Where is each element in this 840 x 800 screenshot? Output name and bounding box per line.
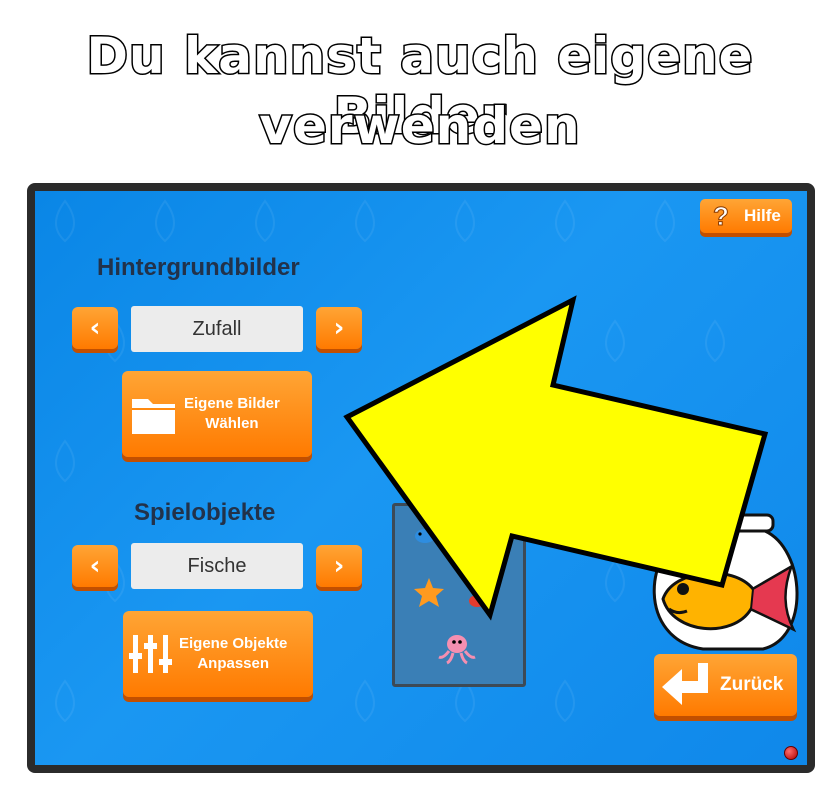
pointer-arrow-overlay — [343, 295, 769, 621]
